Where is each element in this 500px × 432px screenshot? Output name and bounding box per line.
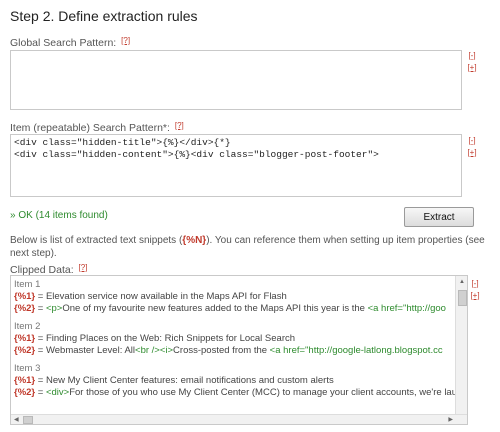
clipped-data-help-link[interactable]: [?]: [79, 263, 88, 272]
snippet-link: <a href="http://goo: [367, 303, 446, 314]
snippet-eq: =: [35, 303, 46, 314]
clipped-item-row: {%2} = <div>For those of you who use My …: [14, 387, 467, 399]
snippet-key: {%1}: [14, 291, 36, 302]
scroll-up-arrow-icon[interactable]: ▲: [459, 278, 465, 286]
global-pattern-shrink-button[interactable]: [-]: [467, 51, 477, 60]
snippet-tag: <br /><i>: [135, 345, 174, 356]
vertical-scrollbar[interactable]: ▲: [455, 276, 467, 424]
snippet-tag: <div>: [45, 387, 70, 398]
description-token: {%N}: [182, 235, 207, 246]
clipped-item-title: Item 3: [14, 363, 41, 374]
vertical-scroll-thumb[interactable]: [458, 290, 467, 306]
snippet-key: {%1}: [14, 333, 36, 344]
horizontal-scroll-thumb[interactable]: [23, 416, 33, 424]
item-pattern-input[interactable]: <div class="hidden-title">{%}</div>{*} <…: [10, 134, 462, 197]
snippet-eq: =: [35, 375, 46, 386]
item-pattern-label-text: Item (repeatable) Search Pattern*:: [10, 122, 170, 134]
global-pattern-label-text: Global Search Pattern:: [10, 37, 117, 49]
clipped-item-row: {%1} = Elevation service now available i…: [14, 291, 467, 303]
snippet-text: New My Client Center features: email not…: [45, 375, 334, 386]
clipped-item-row: {%1} = Finding Places on the Web: Rich S…: [14, 333, 467, 345]
snippet-text: Webmaster Level: All: [45, 345, 136, 356]
item-pattern-line: <div class="hidden-content">{%}<div clas…: [14, 149, 379, 160]
clipped-item-row: {%2} = <p>One of my favourite new featur…: [14, 303, 467, 315]
clipped-data-list: Item 1 {%1} = Elevation service now avai…: [11, 276, 467, 399]
snippet-eq: =: [35, 333, 46, 344]
clipped-item-title: Item 2: [14, 321, 41, 332]
global-pattern-grow-button[interactable]: [+]: [467, 63, 477, 72]
horizontal-scrollbar[interactable]: ◀ ▶: [11, 414, 467, 424]
scroll-left-arrow-icon[interactable]: ◀: [14, 416, 19, 424]
snippet-text: Cross-posted from the: [173, 345, 270, 356]
snippet-tag: <p>: [45, 303, 63, 314]
description-text: Below is list of extracted text snippets…: [10, 234, 488, 260]
item-pattern-label: Item (repeatable) Search Pattern*: [?]: [10, 121, 184, 134]
page-title: Step 2. Define extraction rules: [10, 8, 198, 24]
snippet-text: Elevation service now available in the M…: [45, 291, 287, 302]
global-pattern-label: Global Search Pattern: [?]: [10, 36, 130, 49]
snippet-eq: =: [35, 345, 46, 356]
clipped-item-row: {%1} = New My Client Center features: em…: [14, 375, 467, 387]
snippet-text: Finding Places on the Web: Rich Snippets…: [45, 333, 296, 344]
snippet-key: {%2}: [14, 387, 36, 398]
snippet-key: {%2}: [14, 303, 36, 314]
status-message: » OK (14 items found): [10, 210, 108, 221]
snippet-key: {%2}: [14, 345, 36, 356]
clipped-data-grow-button[interactable]: [+]: [470, 291, 480, 300]
snippet-key: {%1}: [14, 375, 36, 386]
clipped-data-shrink-button[interactable]: [-]: [470, 279, 480, 288]
item-pattern-line: <div class="hidden-title">{%}</div>{*}: [14, 137, 231, 148]
global-pattern-help-link[interactable]: [?]: [121, 36, 130, 45]
item-pattern-shrink-button[interactable]: [-]: [467, 136, 477, 145]
clipped-item-row: {%2} = Webmaster Level: All<br /><i>Cros…: [14, 345, 467, 357]
clipped-data-panel[interactable]: Item 1 {%1} = Elevation service now avai…: [10, 275, 468, 425]
description-before: Below is list of extracted text snippets…: [10, 235, 183, 246]
snippet-link: <a href="http://google-latlong.blogspot.…: [269, 345, 443, 356]
scroll-right-arrow-icon[interactable]: ▶: [448, 416, 453, 424]
snippet-text: For those of you who use My Client Cente…: [69, 387, 463, 398]
snippet-eq: =: [35, 387, 46, 398]
extract-button[interactable]: Extract: [404, 207, 474, 227]
clipped-item-title: Item 1: [14, 279, 41, 290]
global-pattern-input[interactable]: [10, 50, 462, 110]
snippet-eq: =: [35, 291, 46, 302]
snippet-text: One of my favourite new features added t…: [62, 303, 368, 314]
item-pattern-help-link[interactable]: [?]: [175, 121, 184, 130]
item-pattern-grow-button[interactable]: [+]: [467, 148, 477, 157]
